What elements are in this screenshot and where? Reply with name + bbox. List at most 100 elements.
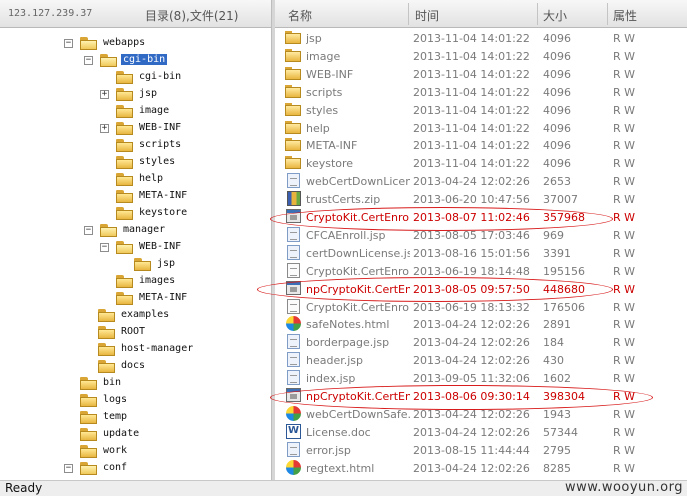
tree-node[interactable]: − conf — [0, 460, 271, 477]
open-folder-icon — [100, 224, 118, 237]
tree-node[interactable]: + jsp — [0, 86, 271, 103]
file-row[interactable]: scripts 2013-11-04 14:01:22 4096 R W — [275, 83, 687, 101]
tree-node[interactable]: update — [0, 426, 271, 443]
column-header-name[interactable]: 名称 — [288, 7, 312, 24]
file-manager-window: 123.127.239.37 目录(8),文件(21) 名称 时间 大小 属性 … — [0, 0, 687, 496]
file-row[interactable]: WEB-INF 2013-11-04 14:01:22 4096 R W — [275, 65, 687, 83]
column-divider[interactable] — [537, 3, 538, 25]
tree-node[interactable]: − cgi-bin — [0, 52, 271, 69]
tree-node[interactable]: examples — [0, 307, 271, 324]
tree-node-label: logs — [103, 394, 128, 405]
file-attr: R W — [613, 246, 636, 260]
file-size: 37007 — [543, 193, 578, 207]
expand-icon[interactable]: + — [100, 90, 109, 99]
file-row[interactable]: webCertDownLicen...2013-04-24 12:02:26 26… — [275, 172, 687, 190]
tree-node[interactable]: docs — [0, 358, 271, 375]
tree-node-label: keystore — [139, 207, 188, 218]
file-time: 2013-11-04 14:01:22 — [413, 139, 530, 153]
jsp-file-icon — [287, 334, 300, 350]
folder-icon — [116, 88, 134, 101]
tree-node[interactable]: keystore — [0, 205, 271, 222]
folder-icon — [285, 84, 302, 99]
jsp-file-icon — [287, 226, 300, 242]
tree-node[interactable]: temp — [0, 409, 271, 426]
file-row[interactable]: styles 2013-11-04 14:01:22 4096 R W — [275, 101, 687, 119]
file-name: header.jsp — [306, 354, 364, 368]
file-size: 57344 — [543, 425, 578, 439]
file-attr: R W — [613, 354, 636, 368]
folder-icon — [116, 275, 134, 288]
tree-node[interactable]: logs — [0, 392, 271, 409]
collapse-icon[interactable]: − — [100, 243, 109, 252]
tree-node[interactable]: cgi-bin — [0, 69, 271, 86]
column-header-time[interactable]: 时间 — [415, 7, 439, 24]
file-row[interactable]: header.jsp 2013-04-24 12:02:26 430 R W — [275, 351, 687, 369]
file-row[interactable]: certDownLicense.jsp 2013-08-16 15:01:56 33… — [275, 244, 687, 262]
document-icon — [287, 262, 300, 278]
file-list-header: 名称 时间 大小 属性 — [275, 0, 687, 28]
expand-icon[interactable]: + — [100, 124, 109, 133]
file-row[interactable]: help 2013-11-04 14:01:22 4096 R W — [275, 119, 687, 137]
tree-node[interactable]: bin — [0, 375, 271, 392]
file-attr: R W — [613, 193, 636, 207]
file-row[interactable]: License.doc 2013-04-24 12:02:26 57344 R W — [275, 423, 687, 441]
tree-node[interactable]: META-INF — [0, 188, 271, 205]
file-size: 2653 — [543, 175, 571, 189]
tree-node[interactable]: help — [0, 171, 271, 188]
file-row[interactable]: borderpage.jsp 2013-04-24 12:02:26 184 R W — [275, 333, 687, 351]
file-attr: R W — [613, 85, 636, 99]
collapse-icon[interactable]: − — [64, 39, 73, 48]
file-row[interactable]: keystore 2013-11-04 14:01:22 4096 R W — [275, 154, 687, 172]
tree-node[interactable]: jsp — [0, 256, 271, 273]
collapse-icon[interactable]: − — [84, 226, 93, 235]
file-size: 4096 — [543, 121, 571, 135]
tree-node-label: conf — [103, 462, 128, 473]
tree-node[interactable]: images — [0, 273, 271, 290]
tree-node-label: jsp — [139, 88, 158, 99]
tree-node[interactable]: − webapps — [0, 35, 271, 52]
tree-node[interactable]: META-INF — [0, 290, 271, 307]
tree-node[interactable]: image — [0, 103, 271, 120]
tree-node[interactable]: styles — [0, 154, 271, 171]
folder-icon — [116, 139, 134, 152]
tree-node[interactable]: ROOT — [0, 324, 271, 341]
file-name: certDownLicense.jsp — [306, 246, 410, 260]
file-row[interactable]: error.jsp 2013-08-15 11:44:44 2795 R W — [275, 441, 687, 459]
file-row[interactable]: image 2013-11-04 14:01:22 4096 R W — [275, 47, 687, 65]
file-time: 2013-04-24 12:02:26 — [413, 336, 530, 350]
tree-node[interactable]: work — [0, 443, 271, 460]
file-time: 2013-04-24 12:02:26 — [413, 425, 530, 439]
file-name: CryptoKit.CertEnroll... — [306, 300, 410, 314]
file-size: 195156 — [543, 264, 585, 278]
file-row[interactable]: META-INF 2013-11-04 14:01:22 4096 R W — [275, 136, 687, 154]
column-divider[interactable] — [607, 3, 608, 25]
collapse-icon[interactable]: − — [84, 56, 93, 65]
tree-node[interactable]: − manager — [0, 222, 271, 239]
file-row[interactable]: trustCerts.zip 2013-06-20 10:47:56 37007 R … — [275, 190, 687, 208]
file-time: 2013-06-19 18:14:48 — [413, 264, 530, 278]
column-header-attr[interactable]: 属性 — [613, 7, 637, 24]
tree-node[interactable]: − WEB-INF — [0, 239, 271, 256]
tree-node-label: styles — [139, 156, 176, 167]
column-header-size[interactable]: 大小 — [543, 7, 567, 24]
file-name: help — [306, 121, 330, 135]
collapse-icon[interactable]: − — [64, 464, 73, 473]
file-name: CryptoKit.CertEnroll... — [306, 264, 410, 278]
file-time: 2013-06-19 18:13:32 — [413, 300, 530, 314]
file-row[interactable]: regtext.html 2013-04-24 12:02:26 8285 R W — [275, 459, 687, 477]
folder-icon — [80, 377, 98, 390]
file-time: 2013-08-16 15:01:56 — [413, 246, 530, 260]
file-time: 2013-04-24 12:02:26 — [413, 461, 530, 475]
file-attr: R W — [613, 32, 636, 45]
tree-node-label: docs — [121, 360, 146, 371]
file-time: 2013-11-04 14:01:22 — [413, 103, 530, 117]
file-row[interactable]: safeNotes.html 2013-04-24 12:02:26 2891 R W — [275, 315, 687, 333]
tree-node-label: temp — [103, 411, 128, 422]
column-divider[interactable] — [408, 3, 409, 25]
tree-node[interactable]: host-manager — [0, 341, 271, 358]
file-row[interactable]: jsp 2013-11-04 14:01:22 4096 R W — [275, 29, 687, 47]
tree-node[interactable]: scripts — [0, 137, 271, 154]
tree-node-label: scripts — [139, 139, 182, 150]
directory-tree: − webapps − cgi-bin cgi-bin + jsp image + WEB-INF… — [0, 28, 271, 480]
tree-node[interactable]: + WEB-INF — [0, 120, 271, 137]
